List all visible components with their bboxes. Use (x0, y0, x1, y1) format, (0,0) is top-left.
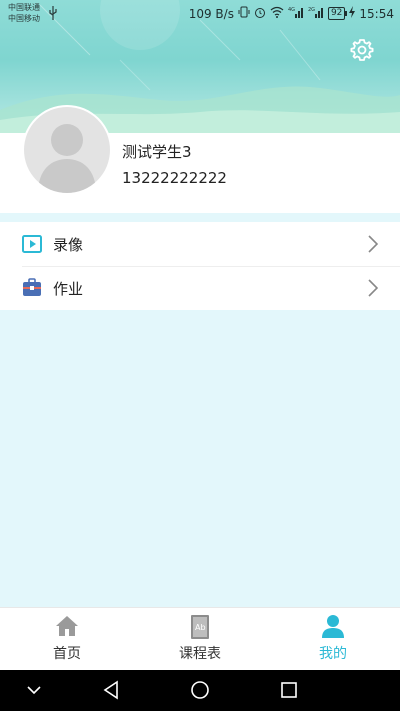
default-avatar-icon (38, 124, 96, 193)
gear-icon (350, 39, 374, 66)
menu-divider (22, 266, 400, 267)
home-button[interactable] (190, 680, 210, 704)
carrier-1: 中国联通 (8, 3, 40, 12)
home-circle-icon (191, 681, 209, 699)
tab-schedule[interactable]: Ab 课程表 (145, 608, 255, 671)
alarm-icon (254, 6, 266, 21)
menu-item-video-label: 录像 (53, 236, 84, 254)
book-icon: Ab (188, 614, 212, 644)
tab-schedule-label: 课程表 (179, 646, 221, 662)
home-icon (55, 614, 79, 642)
net-speed: 109 B/s (188, 6, 234, 21)
chevron-right-icon (368, 234, 379, 258)
wifi-icon (270, 6, 284, 21)
avatar[interactable] (22, 105, 112, 195)
tab-home[interactable]: 首页 (12, 608, 122, 671)
person-icon (321, 614, 345, 642)
chevron-right-icon (368, 278, 379, 302)
signal-2-icon: 2G (308, 6, 324, 21)
briefcase-icon (22, 278, 42, 298)
signal-1-icon: 4G (288, 6, 304, 21)
recents-button[interactable] (280, 680, 298, 704)
chevron-down-icon (27, 686, 41, 695)
system-nav-bar (0, 670, 400, 711)
user-phone: 13222222222 (122, 169, 227, 187)
avatar-placeholder (24, 107, 110, 193)
back-button[interactable] (102, 680, 120, 704)
settings-button[interactable] (350, 38, 374, 62)
tab-mine[interactable]: 我的 (278, 608, 388, 671)
charging-icon (349, 6, 356, 21)
tab-mine-label: 我的 (319, 646, 347, 662)
svg-text:4G: 4G (288, 7, 295, 13)
battery-indicator: 92 (327, 7, 348, 20)
menu-item-homework[interactable]: 作业 (0, 266, 400, 310)
menu-item-homework-label: 作业 (53, 280, 84, 298)
menu-item-video[interactable]: 录像 (0, 222, 400, 266)
usb-icon (48, 6, 58, 23)
svg-text:Ab: Ab (195, 623, 206, 632)
bottom-tab-bar: 首页 Ab 课程表 我的 (0, 607, 400, 671)
status-bar: 中国联通 中国移动 109 B/s 4G 2G 92 15:54 (0, 0, 400, 28)
clock: 15:54 (359, 6, 394, 21)
vibrate-icon (238, 6, 250, 21)
recents-square-icon (281, 682, 297, 698)
carrier-info: 中国联通 中国移动 (8, 2, 40, 24)
video-play-icon (22, 234, 42, 254)
status-right-group: 109 B/s 4G 2G 92 15:54 (189, 6, 394, 21)
back-triangle-icon (103, 680, 118, 700)
tab-home-label: 首页 (53, 646, 81, 662)
collapse-nav-button[interactable] (26, 680, 42, 704)
user-name: 测试学生3 (122, 143, 192, 161)
svg-text:2G: 2G (308, 7, 315, 13)
carrier-2: 中国移动 (8, 14, 40, 23)
